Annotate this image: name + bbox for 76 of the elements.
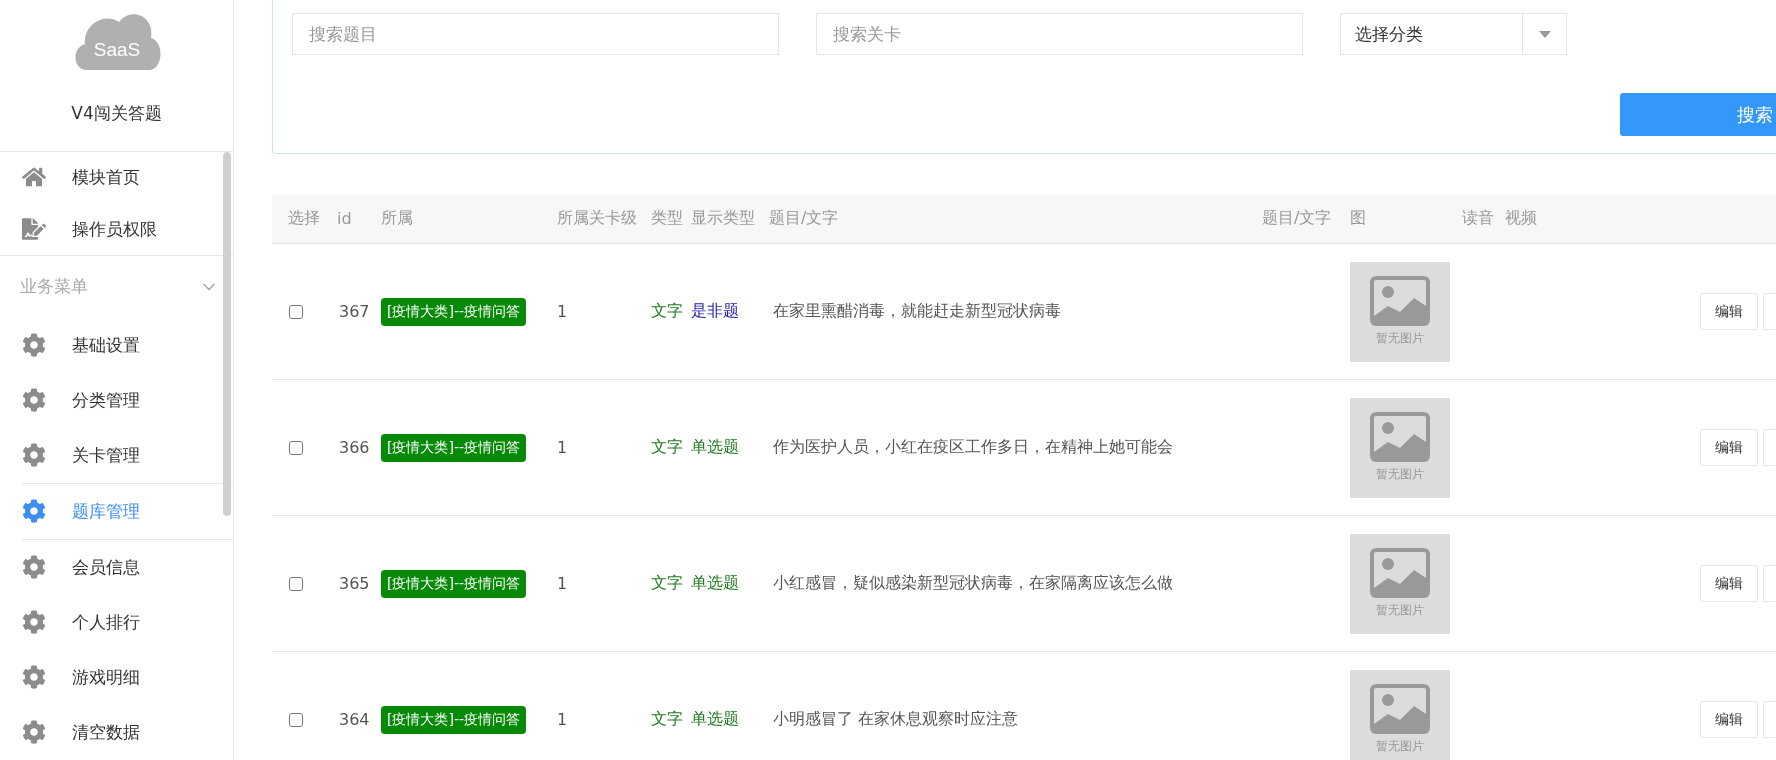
table-cell-text: 在家里熏醋消毒，就能赶走新型冠状病毒: [772, 301, 1062, 322]
sidebar-item[interactable]: 个人排行: [0, 595, 233, 650]
gear-icon: [22, 499, 46, 524]
menu-group-label: 业务菜单: [20, 275, 88, 299]
table-cell-text: 小明感冒了 在家休息观察时应注意: [772, 709, 1020, 730]
document-edit-icon: [22, 217, 46, 242]
column-header: 选择: [287, 208, 321, 229]
sidebar-item[interactable]: 关卡管理: [0, 428, 233, 483]
edit-button[interactable]: 编辑: [1700, 429, 1758, 466]
column-header: id: [337, 209, 353, 228]
sidebar-item[interactable]: 清空数据: [0, 705, 233, 760]
table-cell-text: 文字: [651, 709, 684, 730]
column-header: 所属关卡级: [557, 208, 638, 229]
table-cell-text: 单选题: [690, 573, 740, 594]
gear-icon: [22, 555, 46, 580]
app-title: V4闯关答题: [71, 102, 162, 125]
column-header: 显示类型: [690, 208, 756, 229]
image-placeholder-text: 暂无图片: [1376, 602, 1424, 619]
image-placeholder-text: 暂无图片: [1376, 466, 1424, 483]
category-tag: [疫情大类]--疫情问答: [381, 297, 527, 326]
gear-icon: [22, 610, 46, 635]
category-tag: [疫情大类]--疫情问答: [381, 569, 527, 598]
question-search-field[interactable]: 搜索题目: [292, 13, 779, 55]
table-cell-text: 单选题: [690, 437, 740, 458]
image-icon: [1370, 548, 1430, 598]
table-cell-text: 367: [338, 302, 371, 321]
image-icon: [1370, 276, 1430, 326]
table-cell-text: 文字: [651, 573, 684, 594]
column-header: 所属: [381, 208, 414, 229]
row-checkbox[interactable]: [289, 304, 303, 319]
scrollbar[interactable]: [223, 152, 231, 516]
column-header: 图: [1350, 208, 1367, 229]
category-tag: [疫情大类]--疫情问答: [381, 705, 527, 734]
caret-down-icon: [1538, 30, 1551, 38]
image-placeholder-text: 暂无图片: [1376, 330, 1424, 347]
gear-icon: [22, 443, 46, 468]
column-header: 类型: [651, 208, 684, 229]
table-cell-text: 366: [338, 438, 371, 457]
sidebar-item[interactable]: 分类管理: [0, 373, 233, 428]
edit-button[interactable]: 编辑: [1700, 701, 1758, 738]
column-header: 题目/文字: [1262, 208, 1333, 229]
table-cell-text: 文字: [651, 437, 684, 458]
sidebar-item[interactable]: 模块首页: [0, 151, 233, 204]
gear-icon: [22, 388, 46, 413]
table-cell-text: 文字: [651, 301, 684, 322]
table-cell-text: 364: [338, 710, 371, 729]
table-cell-text: 365: [338, 574, 371, 593]
column-header: 视频: [1504, 208, 1538, 229]
category-tag: [疫情大类]--疫情问答: [381, 433, 527, 462]
column-header: 题目/文字: [769, 208, 840, 229]
gear-icon: [22, 333, 46, 358]
gear-icon: [22, 665, 46, 690]
image-placeholder-text: 暂无图片: [1376, 738, 1424, 755]
table-cell-text: 单选题: [690, 709, 740, 730]
edit-button[interactable]: 编辑: [1700, 565, 1758, 602]
category-select[interactable]: 选择分类: [1340, 13, 1567, 55]
image-icon: [1370, 412, 1430, 462]
sidebar-item[interactable]: 基础设置: [0, 318, 233, 373]
row-checkbox[interactable]: [289, 712, 303, 727]
sidebar-item[interactable]: 游戏明细: [0, 650, 233, 705]
gear-icon: [22, 720, 46, 745]
table-cell-text: 是非题: [690, 301, 740, 322]
table-cell-text: 1: [557, 574, 569, 593]
sidebar-item[interactable]: 会员信息: [0, 540, 233, 595]
table-cell-text: 作为医护人员，小红在疫区工作多日，在精神上她可能会: [772, 437, 1174, 458]
row-checkbox[interactable]: [289, 576, 303, 591]
row-checkbox[interactable]: [289, 440, 303, 455]
table-cell-text: 小红感冒，疑似感染新型冠状病毒，在家隔离应该怎么做: [772, 573, 1174, 594]
table-cell-text: 1: [557, 302, 569, 321]
table-cell-text: 1: [557, 710, 569, 729]
sidebar-item[interactable]: 操作员权限: [0, 203, 233, 255]
table-cell-text: 1: [557, 438, 569, 457]
edit-button[interactable]: 编辑: [1700, 293, 1758, 330]
level-search-field[interactable]: 搜索关卡: [816, 13, 1303, 55]
image-icon: [1370, 684, 1430, 734]
column-header: 读音: [1462, 208, 1495, 229]
